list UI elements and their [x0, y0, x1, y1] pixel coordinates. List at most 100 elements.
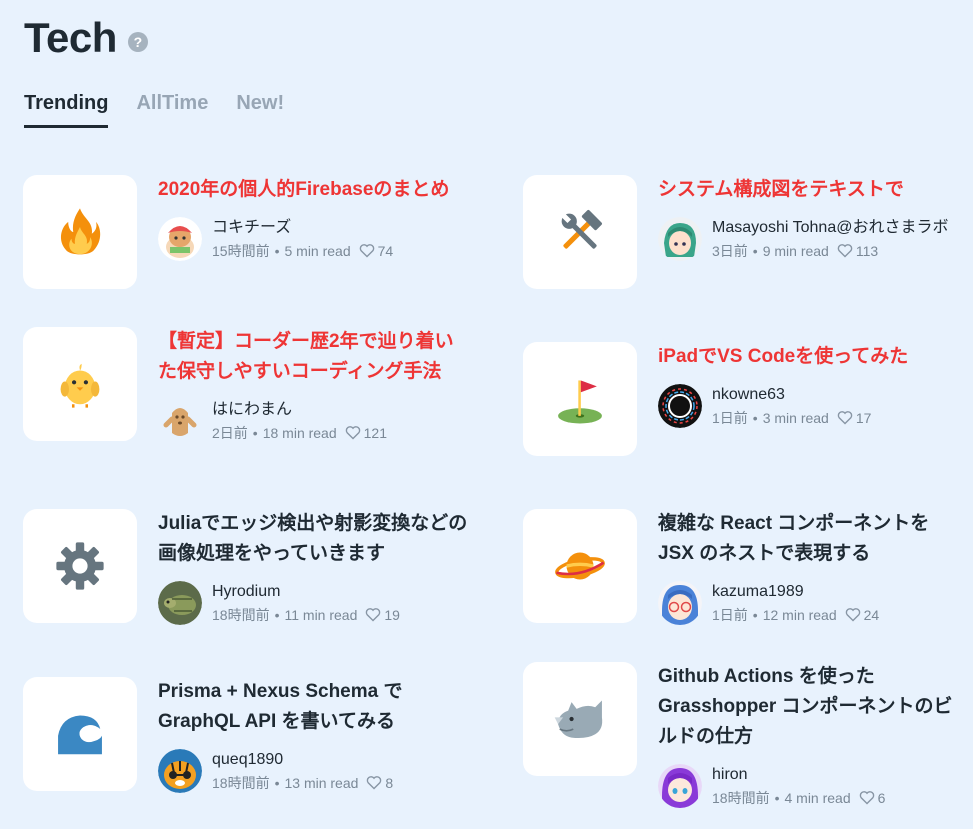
article-thumbnail[interactable]: [23, 677, 137, 791]
separator-dot: •: [252, 424, 258, 441]
avatar[interactable]: [158, 217, 202, 261]
article-card: Github Actions を使った Grasshopper コンポーネントの…: [523, 662, 963, 808]
avatar[interactable]: [658, 384, 702, 428]
author-name[interactable]: queq1890: [212, 750, 393, 770]
page-title: Tech: [24, 14, 117, 61]
article-title[interactable]: Prisma + Nexus Schema で GraphQL API を書いて…: [158, 677, 468, 737]
article-title[interactable]: Github Actions を使った Grasshopper コンポーネントの…: [658, 662, 968, 752]
heart-icon: [366, 608, 381, 622]
article-stats: 15時間前 • 5 min read 74: [212, 241, 393, 261]
hammer-wrench-icon: [561, 210, 602, 249]
heart-icon: [367, 776, 382, 790]
separator-dot: •: [274, 774, 280, 791]
like-count: 6: [859, 788, 886, 808]
like-count-value: 6: [877, 789, 886, 806]
heart-icon: [845, 608, 860, 622]
author-name[interactable]: はにわまん: [212, 400, 387, 420]
author-name[interactable]: nkowne63: [712, 385, 871, 405]
page-header: Tech ?: [24, 14, 148, 62]
heart-icon: [859, 791, 874, 805]
avatar[interactable]: [658, 764, 702, 808]
author-meta: Hyrodium 18時間前 • 11 min read 19: [212, 582, 400, 625]
author-name[interactable]: Hyrodium: [212, 582, 400, 602]
separator-dot: •: [752, 409, 758, 426]
author-row: Masayoshi Tohna@おれさまラボ 3日前 • 9 min read …: [658, 217, 968, 261]
like-count-value: 8: [385, 774, 394, 791]
author-row: Hyrodium 18時間前 • 11 min read 19: [158, 581, 468, 625]
like-count: 113: [837, 241, 878, 261]
article-stats: 18時間前 • 4 min read 6: [712, 788, 885, 808]
read-time: 5 min read: [284, 242, 351, 259]
help-icon[interactable]: ?: [127, 32, 148, 52]
article-stats: 18時間前 • 11 min read 19: [212, 605, 400, 625]
article-title[interactable]: 2020年の個人的Firebaseのまとめ: [158, 175, 468, 205]
article-thumbnail[interactable]: [23, 175, 137, 289]
article-thumbnail[interactable]: [23, 327, 137, 441]
separator-dot: •: [274, 242, 280, 259]
tab-alltime[interactable]: AllTime: [136, 92, 208, 128]
article-card: システム構成図をテキストで Masayoshi Tohna@おれさまラボ 3日前…: [523, 175, 963, 305]
rhino-icon: [554, 700, 603, 738]
article-thumbnail[interactable]: [523, 175, 637, 289]
article-card: iPadでVS Codeを使ってみた nkowne63 1日前 • 3 min …: [523, 342, 963, 472]
avatar[interactable]: [658, 581, 702, 625]
article-card: 複雑な React コンポーネントを JSX のネストで表現する kazuma1…: [523, 509, 963, 639]
like-count-value: 19: [384, 606, 400, 623]
read-time: 18 min read: [262, 424, 337, 441]
article-info: Github Actions を使った Grasshopper コンポーネントの…: [658, 662, 968, 808]
wave-icon: [58, 715, 102, 755]
article-title[interactable]: 【暫定】コーダー歴2年で辿り着いた保守しやすいコーディング手法: [158, 327, 468, 387]
separator-dot: •: [774, 789, 780, 806]
article-info: iPadでVS Codeを使ってみた nkowne63 1日前 • 3 min …: [658, 342, 968, 428]
planet-icon: [555, 552, 605, 580]
avatar[interactable]: [158, 399, 202, 443]
avatar[interactable]: [158, 749, 202, 793]
author-name[interactable]: コキチーズ: [212, 218, 393, 238]
author-meta: Masayoshi Tohna@おれさまラボ 3日前 • 9 min read …: [712, 218, 948, 261]
like-count-value: 113: [855, 242, 879, 259]
like-count: 74: [359, 241, 393, 261]
author-row: nkowne63 1日前 • 3 min read 17: [658, 384, 968, 428]
fire-icon: [60, 208, 101, 255]
article-card: Juliaでエッジ検出や射影変換などの画像処理をやっていきます Hyrodium…: [23, 509, 467, 639]
published-time: 2日前: [212, 424, 248, 441]
article-card: 2020年の個人的Firebaseのまとめ コキチーズ 15時間前 • 5 mi…: [23, 175, 463, 305]
like-count: 121: [345, 423, 387, 443]
article-thumbnail[interactable]: [523, 662, 637, 776]
article-title[interactable]: 複雑な React コンポーネントを JSX のネストで表現する: [658, 509, 968, 569]
author-meta: nkowne63 1日前 • 3 min read 17: [712, 385, 871, 428]
article-thumbnail[interactable]: [23, 509, 137, 623]
read-time: 11 min read: [284, 606, 358, 623]
avatar[interactable]: [658, 217, 702, 261]
article-title[interactable]: システム構成図をテキストで: [658, 175, 968, 205]
author-name[interactable]: hiron: [712, 765, 885, 785]
tab-new[interactable]: New!: [236, 92, 284, 128]
read-time: 12 min read: [762, 606, 837, 623]
author-row: kazuma1989 1日前 • 12 min read 24: [658, 581, 968, 625]
published-time: 1日前: [712, 409, 748, 426]
article-info: 2020年の個人的Firebaseのまとめ コキチーズ 15時間前 • 5 mi…: [158, 175, 468, 261]
author-meta: hiron 18時間前 • 4 min read 6: [712, 765, 885, 808]
article-stats: 1日前 • 12 min read 24: [712, 605, 879, 625]
author-meta: kazuma1989 1日前 • 12 min read 24: [712, 582, 879, 625]
author-row: はにわまん 2日前 • 18 min read 121: [158, 399, 468, 443]
like-count-value: 24: [863, 606, 880, 623]
author-name[interactable]: kazuma1989: [712, 582, 879, 602]
like-count: 17: [837, 408, 872, 428]
article-thumbnail[interactable]: [523, 342, 637, 456]
author-name[interactable]: Masayoshi Tohna@おれさまラボ: [712, 218, 948, 238]
published-time: 18時間前: [212, 606, 270, 623]
article-thumbnail[interactable]: [523, 509, 637, 623]
like-count-value: 17: [855, 409, 872, 426]
tab-trending[interactable]: Trending: [24, 92, 109, 128]
article-stats: 1日前 • 3 min read 17: [712, 408, 871, 428]
published-time: 15時間前: [212, 242, 270, 259]
article-info: システム構成図をテキストで Masayoshi Tohna@おれさまラボ 3日前…: [658, 175, 968, 261]
like-count: 19: [365, 605, 400, 625]
article-title[interactable]: iPadでVS Codeを使ってみた: [658, 342, 968, 372]
published-time: 1日前: [712, 606, 748, 623]
author-meta: はにわまん 2日前 • 18 min read 121: [212, 400, 387, 443]
article-title[interactable]: Juliaでエッジ検出や射影変換などの画像処理をやっていきます: [158, 509, 468, 569]
author-meta: コキチーズ 15時間前 • 5 min read 74: [212, 218, 393, 261]
avatar[interactable]: [158, 581, 202, 625]
